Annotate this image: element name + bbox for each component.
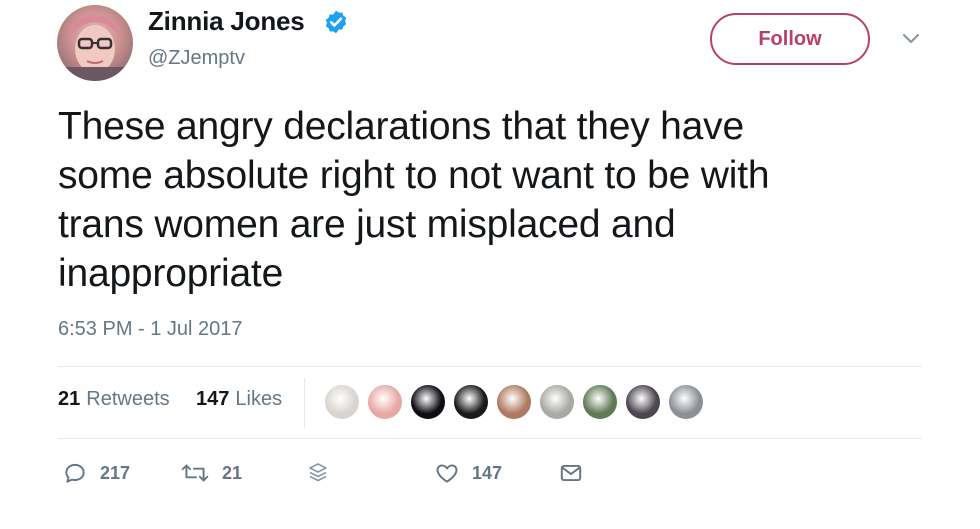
liker-avatar-6[interactable] [538, 383, 576, 421]
divider [304, 378, 305, 428]
like-count: 147 [472, 462, 503, 483]
envelope-icon [560, 464, 582, 482]
liker-avatar-5[interactable] [495, 383, 533, 421]
likes-count: 147 [196, 388, 230, 410]
tweet-text-line: inappropriate [58, 252, 284, 295]
divider [58, 438, 922, 439]
profile-avatar[interactable] [57, 5, 133, 81]
retweet-button[interactable]: 21 [180, 460, 242, 486]
display-name[interactable]: Zinnia Jones [148, 6, 305, 37]
heart-icon [436, 464, 458, 483]
liker-avatar-4[interactable] [452, 383, 490, 421]
tweet-text-line: trans women are just misplaced and [58, 203, 676, 246]
tweet-timestamp[interactable]: 6:53 PM - 1 Jul 2017 [58, 318, 243, 341]
retweets-label: Retweets [86, 388, 170, 410]
liker-avatar-9[interactable] [667, 383, 705, 421]
retweets-count: 21 [58, 388, 81, 410]
tweet-text: These angry declarations that they have … [58, 102, 928, 298]
user-handle[interactable]: @ZJemptv [148, 47, 245, 70]
like-button[interactable]: 147 [434, 460, 502, 486]
liker-avatar-7[interactable] [581, 383, 619, 421]
retweet-count: 21 [222, 462, 243, 483]
likes-stat[interactable]: 147 Likes [196, 388, 282, 411]
retweets-stat[interactable]: 21 Retweets [58, 388, 170, 411]
likes-label: Likes [235, 388, 283, 410]
reply-button[interactable]: 217 [62, 460, 130, 486]
direct-message-button[interactable] [558, 460, 584, 486]
liker-avatar-8[interactable] [624, 383, 662, 421]
follow-button[interactable]: Follow [710, 13, 870, 65]
divider [58, 366, 922, 367]
liker-avatar-1[interactable] [323, 383, 361, 421]
reply-icon [65, 463, 85, 483]
liker-avatar-2[interactable] [366, 383, 404, 421]
tweet-card: Zinnia Jones @ZJemptv Follow These angry… [0, 0, 980, 529]
buffer-button[interactable] [306, 460, 330, 486]
tweet-text-line: These angry declarations that they have [58, 105, 744, 148]
tweet-text-line: some absolute right to not want to be wi… [58, 154, 770, 197]
retweet-icon [181, 464, 209, 482]
reply-count: 217 [100, 462, 131, 483]
liker-avatar-3[interactable] [409, 383, 447, 421]
chevron-down-icon[interactable] [898, 28, 924, 48]
stack-layers-icon [309, 463, 327, 482]
verified-badge-icon [325, 10, 347, 34]
